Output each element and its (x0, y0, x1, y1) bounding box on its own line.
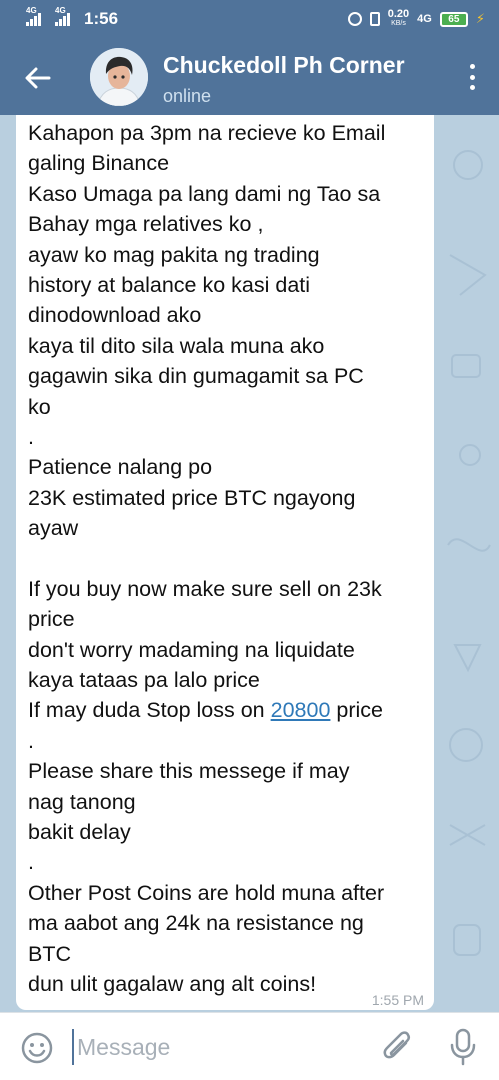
message-line: ayaw ko mag pakita ng trading (28, 242, 320, 267)
status-time: 1:56 (84, 9, 119, 28)
message-line: kaya tataas pa lalo price (28, 668, 260, 693)
message-line: . (28, 424, 34, 449)
message-text-block: . Please share this messege if may nag t… (28, 726, 422, 1000)
message-line: . (28, 728, 34, 753)
vibrate-icon (369, 12, 380, 26)
message-line: don't worry madaming na liquidate (28, 637, 355, 662)
network-type: 4G (417, 13, 432, 25)
dot-icon (469, 74, 475, 80)
message-line: ma aabot ang 24k na resistance ng (28, 911, 364, 936)
message-line: nag tanong (28, 789, 136, 814)
price-link[interactable]: 20800 (271, 698, 331, 722)
message-line: Kaso Umaga pa lang dami ng Tao sa (28, 181, 381, 206)
message-line: Bahay mga relatives ko , (28, 212, 264, 237)
menu-button[interactable] (465, 62, 479, 92)
signal-icon: 4G (55, 6, 70, 26)
message-line: Patience nalang po (28, 455, 213, 480)
message-timestamp: 1:55 PM (371, 992, 424, 1008)
chat-area[interactable]: Kahapon pa 3pm na recieve ko Email galin… (0, 115, 499, 1012)
message-line: bakit delay (28, 819, 131, 844)
message-line: history at balance ko kasi dati (28, 272, 311, 297)
alarm-icon (347, 12, 362, 26)
status-bar: 4G 4G 1:56 0.20 KB/s 4G 65 ⚡ (0, 0, 499, 38)
network-speed: 0.20 KB/s (387, 8, 410, 28)
message-line: Other Post Coins are hold muna after (28, 880, 385, 905)
chat-header: Chuckedoll Ph Corner online (0, 38, 499, 115)
message-line: dun ulit gagalaw ang alt coins! (28, 971, 317, 996)
microphone-icon (450, 1028, 476, 1066)
message-text-block: Kahapon pa 3pm na recieve ko Email galin… (28, 118, 422, 695)
avatar[interactable] (90, 48, 148, 106)
chat-status: online (163, 86, 212, 106)
message-line: 23K estimated price BTC ngayong (28, 485, 356, 510)
message-line: BTC (28, 941, 71, 966)
message-input[interactable] (72, 1029, 362, 1065)
avatar-image (90, 48, 148, 106)
smiley-icon (21, 1032, 53, 1064)
arrow-left-icon (25, 67, 51, 89)
stop-loss-line: If may duda Stop loss on 20800 price (28, 695, 422, 725)
message-bubble[interactable]: Kahapon pa 3pm na recieve ko Email galin… (16, 115, 434, 1010)
message-line: ayaw (28, 516, 79, 541)
stop-loss-suffix: price (330, 698, 383, 723)
message-line: kaya til dito sila wala muna ako (28, 333, 325, 358)
background-pattern (447, 150, 491, 956)
battery-icon: 65 (439, 11, 468, 27)
chat-title[interactable]: Chuckedoll Ph Corner (163, 52, 405, 79)
message-line: galing Binance (28, 151, 170, 176)
attach-button[interactable] (380, 1029, 416, 1065)
message-line: . (28, 850, 34, 875)
message-line: ko (28, 394, 51, 419)
microphone-button[interactable] (448, 1027, 478, 1067)
message-line: Kahapon pa 3pm na recieve ko Email (28, 121, 386, 145)
dot-icon (469, 85, 475, 90)
dot-icon (469, 64, 475, 69)
emoji-button[interactable] (20, 1031, 54, 1065)
message-composer (0, 1012, 499, 1080)
message-line: price (28, 607, 75, 632)
stop-loss-prefix: If may duda Stop loss on (28, 698, 271, 723)
back-button[interactable] (18, 58, 58, 98)
charging-icon: ⚡ (475, 11, 485, 26)
paperclip-icon (383, 1031, 411, 1059)
signal-icon: 4G (26, 6, 41, 26)
message-line: dinodownload ako (28, 303, 202, 328)
message-line: gagawin sika din gumagamit sa PC (28, 364, 364, 389)
message-line (28, 543, 422, 573)
message-line: Please share this messege if may (28, 759, 350, 784)
message-line: If you buy now make sure sell on 23k (28, 576, 382, 601)
